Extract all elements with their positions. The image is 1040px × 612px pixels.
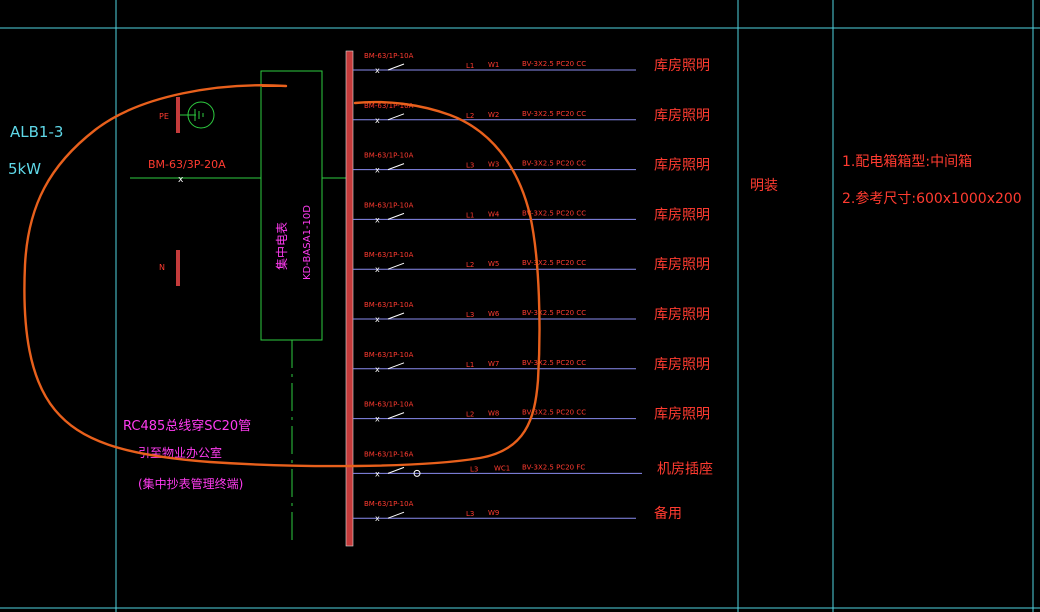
circuit-code: W2 [488,111,499,119]
cable-spec: BV-3X2.5 PC20 CC [522,209,586,217]
breaker-x-mark: x [375,116,380,125]
breaker-label: BM-63/1P-16A [364,450,414,458]
circuit-use: 备用 [654,505,682,522]
cad-drawing: ALB1-3 5kW PE N BM-63/3P-20A x 集中电表 KD-B… [0,0,1040,612]
meter-label: 集中电表 [274,222,289,270]
breaker-label: BM-63/1P-10A [364,201,414,209]
breaker-x-mark: x [375,514,380,523]
circuit-code: W3 [488,161,499,169]
circuit-row: x BM-63/1P-10A L1 W1 BV-3X2.5 PC20 CC 库房照明 [353,52,710,75]
circuit-code: W5 [488,260,499,268]
circuit-row: x BM-63/1P-10A L1 W7 BV-3X2.5 PC20 CC 库房照明 [353,351,710,374]
cable-spec: BV-3X2.5 PC20 CC [522,60,586,68]
circuit-use: 库房照明 [654,357,710,373]
circuit-code: WC1 [494,464,510,472]
phase-label: L2 [466,261,474,269]
circuit-code: W4 [488,210,500,218]
breaker-x-mark: x [375,66,380,75]
breaker-x-mark: x [375,365,380,374]
breaker-label: BM-63/1P-10A [364,251,414,259]
bus-note-line1: RC485总线穿SC20管 [123,418,251,434]
breaker-label: BM-63/1P-10A [364,401,414,409]
circuit-use: 库房照明 [654,158,710,174]
circuit-row: x BM-63/1P-10A L3 W9 备用 [353,500,682,523]
phase-label: L1 [466,62,474,70]
pe-bar [176,97,180,133]
switch-blade [387,163,405,171]
switch-blade [387,362,405,370]
circuit-use: 库房照明 [654,108,710,124]
panel-id: ALB1-3 [10,123,63,141]
phase-label: L3 [470,465,478,473]
cable-spec: BV-3X2.5 PC20 CC [522,110,586,118]
incoming-switch-x: x [178,175,184,185]
n-label: N [159,263,165,272]
circuit-use: 库房照明 [654,207,710,223]
cable-spec: BV-3X2.5 PC20 CC [522,160,586,168]
circuit-use: 机房插座 [657,461,713,477]
bus-note-line3: (集中抄表管理终端) [138,476,243,491]
breaker-x-mark: x [375,315,380,324]
switch-blade [387,412,405,420]
circuit-rows: x BM-63/1P-10A L1 W1 BV-3X2.5 PC20 CC 库房照明 x BM… [353,52,713,523]
breaker-label: BM-63/1P-10A [364,152,414,160]
meter-model: KD-BASA1-10D [302,205,313,280]
phase-label: L3 [466,311,474,319]
n-bar [176,250,180,286]
cable-spec: BV-3X2.5 PC20 CC [522,309,586,317]
circuit-row: xBM-63/1P-10AL2 W8 BV-3X2.5 PC20 CC 库房照明 [353,401,710,424]
breaker-x-mark: x [375,415,380,424]
note-line1: 1.配电箱箱型:中间箱 [842,154,972,170]
switch-blade [387,466,405,474]
panel-power: 5kW [8,160,41,178]
circuit-code: W7 [488,360,499,368]
circuit-row: x BM-63/1P-10A L2 W5 BV-3X2.5 PC20 CC 库房照明 [353,251,710,274]
install-type: 明装 [750,178,778,194]
cable-spec: BV-3X2.5 PC20 CC [522,259,586,267]
cable-spec: BV-3X2.5 PC20 FC [522,463,585,471]
pe-label: PE [159,112,169,121]
phase-label: L1 [466,211,474,219]
phase-label: L2 [466,411,474,419]
circuit-code: W6 [488,310,500,318]
circuit-use: 库房照明 [654,407,710,423]
switch-blade [387,63,405,71]
switch-blade [387,511,405,519]
circuit-use: 库房照明 [654,257,710,273]
switch-blade [387,262,405,270]
circuit-row: x BM-63/1P-10A L3 W6 BV-3X2.5 PC20 CC 库房照明 [353,301,710,324]
annotation-loop [23,84,541,468]
incoming-breaker-label: BM-63/3P-20A [148,158,226,171]
breaker-label: BM-63/1P-10A [364,301,414,309]
circuit-code: W1 [488,61,499,69]
breaker-x-mark: x [375,265,380,274]
circuit-use: 库房照明 [654,58,710,74]
phase-label: L3 [466,510,474,518]
breaker-label: BM-63/1P-10A [364,500,414,508]
breaker-x-mark: x [375,166,380,175]
breaker-label: BM-63/1P-10A [364,52,414,60]
circuit-code: W8 [488,410,499,418]
switch-blade [387,113,405,121]
note-line2: 2.参考尺寸:600x1000x200 [842,190,1022,207]
switch-blade [387,212,405,220]
drawing-frame [0,0,1040,612]
phase-label: L1 [466,361,474,369]
breaker-x-mark: x [375,469,380,478]
circuit-use: 库房照明 [654,307,710,323]
circuit-code: W9 [488,509,499,517]
phase-label: L2 [466,112,474,120]
circuit-row: x BM-63/1P-10A L3 W3 BV-3X2.5 PC20 CC 库房照明 [353,152,710,175]
main-busbar [345,50,354,547]
breaker-label: BM-63/1P-10A [364,351,414,359]
breaker-x-mark: x [375,215,380,224]
cable-spec: BV-3X2.5 PC20 CC [522,359,586,367]
phase-label: L3 [466,162,474,170]
bus-note-line2: 引至物业办公室 [138,445,222,460]
switch-blade [387,312,405,320]
